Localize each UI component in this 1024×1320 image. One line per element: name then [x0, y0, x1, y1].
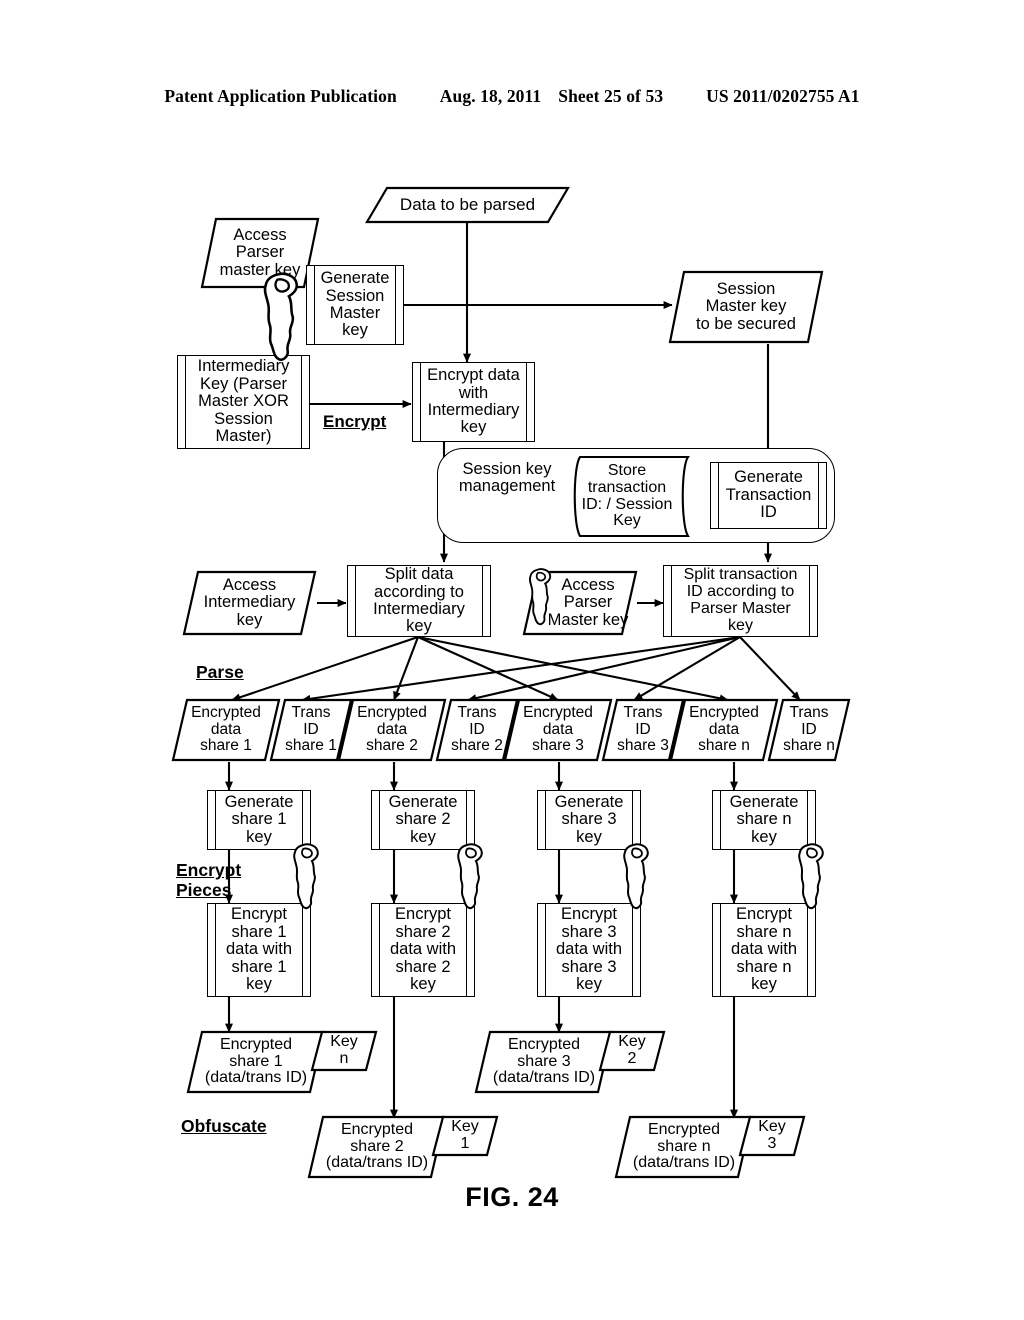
node-encrypted-data-share: Encrypted data share n	[669, 698, 779, 762]
node-label: Access Parser Master key	[547, 575, 629, 629]
node-label: Access Intermediary key	[203, 575, 296, 629]
node-label: Trans ID share 2	[451, 704, 503, 755]
node-label: Store transaction ID: / Session Key	[581, 461, 673, 530]
node-generate-transaction-id: Generate Transaction ID	[710, 462, 827, 529]
stage-label-obfuscate: Obfuscate	[181, 1116, 267, 1136]
node-label: Key 2	[618, 1033, 646, 1067]
node-generate-share-key: Generate share 2 key	[371, 790, 475, 850]
node-split-transaction-id: Split transaction ID according to Parser…	[663, 565, 818, 637]
node-encrypt-share-data: Encrypt share 3 data with share 3 key	[537, 903, 641, 997]
header-publication: Patent Application Publication	[164, 86, 397, 106]
publication-header: Patent Application Publication Aug. 18, …	[0, 86, 1024, 107]
node-encrypt-share-data: Encrypt share 2 data with share 2 key	[371, 903, 475, 997]
node-output-key: Key n	[310, 1030, 378, 1072]
node-generate-session-master-key: Generate Session Master key	[306, 265, 404, 345]
node-encrypted-data-share: Encrypted data share 1	[171, 698, 281, 762]
node-label: Key 1	[451, 1118, 479, 1152]
stage-label-encrypt-pieces: Encrypt Pieces	[176, 860, 242, 900]
node-label: Trans ID share n	[783, 704, 835, 755]
node-label: Generate Transaction ID	[725, 468, 812, 522]
node-data-to-be-parsed: Data to be parsed	[365, 186, 570, 224]
figure-caption: FIG. 24	[465, 1182, 559, 1212]
node-label: Encrypted data share 1	[191, 704, 261, 755]
node-label: Split data according to Intermediary key	[373, 565, 465, 636]
node-encrypted-share-output: Encrypted share n (data/trans ID)	[614, 1115, 754, 1179]
node-label: Key n	[330, 1033, 358, 1067]
node-encrypted-share-output: Encrypted share 1 (data/trans ID)	[186, 1030, 326, 1094]
stage-label-parse: Parse	[196, 662, 244, 682]
node-label: Intermediary Key (Parser Master XOR Sess…	[197, 357, 290, 446]
node-label: Encrypt share n data with share n key	[730, 905, 798, 994]
node-generate-share-key: Generate share 1 key	[207, 790, 311, 850]
node-session-master-key-to-be-secured: Session Master key to be secured	[668, 270, 824, 344]
stage-label-encrypt: Encrypt	[323, 412, 387, 431]
node-label: Generate share 1 key	[224, 792, 294, 846]
node-access-parser-master-key-top: Access Parser master key	[200, 217, 320, 289]
node-label: Encrypt share 2 data with share 2 key	[389, 905, 457, 994]
node-intermediary-key: Intermediary Key (Parser Master XOR Sess…	[177, 355, 310, 449]
node-label: Encrypt data with Intermediary key	[427, 366, 520, 437]
node-output-key: Key 2	[598, 1030, 666, 1072]
node-store-transaction: Store transaction ID: / Session Key	[564, 455, 690, 538]
patent-figure-page: Patent Application Publication Aug. 18, …	[0, 0, 1024, 1320]
node-label: Encrypted data share 2	[357, 704, 427, 755]
node-label: Trans ID share 1	[285, 704, 337, 755]
label-session-key-management: Session key management	[448, 455, 566, 501]
key-icon	[623, 843, 649, 910]
node-label: Access Parser master key	[219, 225, 301, 279]
node-trans-id-share: Trans ID share n	[767, 698, 851, 762]
key-icon	[798, 843, 824, 910]
node-label: Encrypted data share 3	[523, 704, 593, 755]
node-output-key: Key 3	[738, 1115, 806, 1157]
node-encrypted-data-share: Encrypted data share 2	[337, 698, 447, 762]
header-sheet: Sheet 25 of 53	[558, 86, 664, 106]
node-encrypt-share-data: Encrypt share 1 data with share 1 key	[207, 903, 311, 997]
node-label: Encrypt share 1 data with share 1 key	[225, 905, 293, 994]
node-label: Encrypted share 2 (data/trans ID)	[325, 1120, 429, 1172]
node-label: Generate share n key	[729, 792, 799, 846]
node-generate-share-key: Generate share 3 key	[537, 790, 641, 850]
node-encrypted-share-output: Encrypted share 2 (data/trans ID)	[307, 1115, 447, 1179]
node-access-intermediary-key: Access Intermediary key	[182, 570, 317, 636]
header-patent-number: US 2011/0202755 A1	[706, 86, 860, 106]
node-encrypt-share-data: Encrypt share n data with share n key	[712, 903, 816, 997]
node-label: Trans ID share 3	[617, 704, 669, 755]
node-label: Encrypted share n (data/trans ID)	[632, 1120, 736, 1172]
node-encrypted-data-share: Encrypted data share 3	[503, 698, 613, 762]
node-encrypt-data-with-intermediary-key: Encrypt data with Intermediary key	[412, 362, 535, 442]
node-label: Session key management	[458, 459, 556, 495]
node-label: Encrypted data share n	[689, 704, 759, 755]
node-generate-share-key: Generate share n key	[712, 790, 816, 850]
node-label: Encrypt share 3 data with share 3 key	[555, 905, 623, 994]
node-label: Generate share 3 key	[554, 792, 624, 846]
node-label: Split transaction ID according to Parser…	[683, 566, 798, 634]
node-label: Data to be parsed	[399, 194, 536, 214]
node-label: Generate share 2 key	[388, 792, 458, 846]
node-label: Key 3	[758, 1118, 786, 1152]
node-split-data-according-to-intermediary-key: Split data according to Intermediary key	[347, 565, 491, 637]
node-label: Encrypted share 3 (data/trans ID)	[492, 1035, 596, 1087]
node-access-parser-master-key-mid: Access Parser Master key	[522, 570, 638, 636]
node-label: Session Master key to be secured	[696, 279, 796, 333]
node-output-key: Key 1	[431, 1115, 499, 1157]
node-encrypted-share-output: Encrypted share 3 (data/trans ID)	[474, 1030, 614, 1094]
node-label: Generate Session Master key	[320, 269, 390, 340]
node-label: Encrypted share 1 (data/trans ID)	[204, 1035, 308, 1087]
header-date: Aug. 18, 2011	[439, 86, 542, 106]
key-icon	[293, 843, 319, 910]
key-icon	[457, 843, 483, 910]
